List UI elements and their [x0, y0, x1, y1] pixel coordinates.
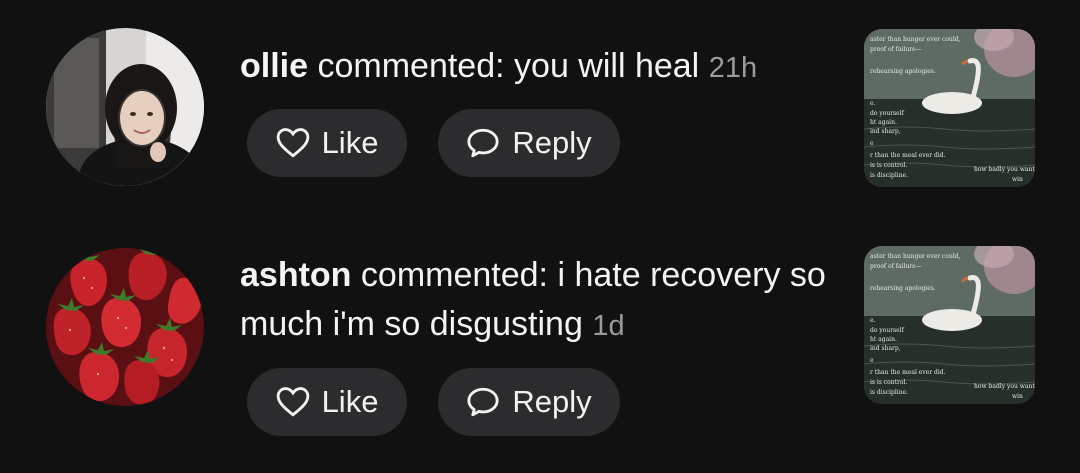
svg-text:is is control.: is is control.	[870, 379, 907, 386]
timestamp: 1d	[592, 310, 625, 342]
svg-text:e: e	[870, 357, 874, 364]
username[interactable]: ashton	[240, 256, 351, 294]
svg-text:is is control.: is is control.	[870, 162, 907, 169]
like-label: Like	[321, 384, 379, 419]
speech-bubble-icon	[467, 128, 499, 158]
like-label: Like	[321, 125, 379, 160]
svg-text:proof of failure—: proof of failure—	[870, 263, 922, 270]
svg-text:is discipline.: is discipline.	[870, 389, 908, 396]
svg-text:proof of failure—: proof of failure—	[870, 46, 922, 53]
reply-label: Reply	[512, 125, 592, 160]
notification-item[interactable]: ashton commented: i hate recovery so muc…	[0, 230, 1080, 473]
svg-text:e.: e.	[870, 317, 876, 324]
reply-label: Reply	[512, 384, 592, 419]
heart-icon	[276, 128, 309, 158]
username[interactable]: ollie	[240, 47, 308, 85]
reply-button[interactable]: Reply	[438, 368, 620, 436]
svg-text:how badly you want: how badly you want	[974, 166, 1035, 173]
action-row: Like Reply	[247, 109, 620, 177]
post-thumbnail[interactable]: aster than hunger ever could, proof of f…	[864, 246, 1035, 404]
svg-text:do yourself: do yourself	[870, 110, 905, 117]
swan-thumbnail-icon: aster than hunger ever could, proof of f…	[864, 246, 1035, 404]
reply-button[interactable]: Reply	[438, 109, 620, 177]
svg-text:aster than hunger ever could,: aster than hunger ever could,	[870, 253, 961, 260]
speech-bubble-icon	[467, 387, 499, 417]
girl-avatar-icon	[46, 28, 204, 186]
strawberries-avatar-icon	[46, 248, 204, 406]
notification-text: ollie commented: you will heal 21h	[240, 42, 850, 93]
svg-text:is discipline.: is discipline.	[870, 172, 908, 179]
post-thumbnail[interactable]: aster than hunger ever could, proof of f…	[864, 29, 1035, 187]
svg-text:win: win	[1012, 393, 1023, 400]
svg-text:do yourself: do yourself	[870, 327, 905, 334]
heart-icon	[276, 387, 309, 417]
svg-text:e: e	[870, 140, 874, 147]
svg-text:ind sharp,: ind sharp,	[870, 345, 901, 352]
like-button[interactable]: Like	[247, 368, 407, 436]
svg-text:r than the meal ever did.: r than the meal ever did.	[870, 369, 946, 376]
svg-text:r than the meal ever did.: r than the meal ever did.	[870, 152, 946, 159]
svg-text:ht again.: ht again.	[870, 119, 897, 126]
avatar[interactable]	[46, 28, 204, 186]
timestamp: 21h	[708, 52, 758, 84]
svg-text:rehearsing apologies.: rehearsing apologies.	[870, 68, 936, 75]
svg-text:e.: e.	[870, 100, 876, 107]
comment-text: you will heal	[514, 47, 700, 85]
svg-text:how badly you want: how badly you want	[974, 383, 1035, 390]
avatar[interactable]	[46, 248, 204, 406]
notification-text: ashton commented: i hate recovery so muc…	[240, 251, 850, 351]
svg-text:ht again.: ht again.	[870, 336, 897, 343]
action-text: commented:	[360, 256, 548, 294]
svg-text:ind sharp,: ind sharp,	[870, 128, 901, 135]
action-text: commented:	[317, 47, 505, 85]
svg-text:rehearsing apologies.: rehearsing apologies.	[870, 285, 936, 292]
action-row: Like Reply	[247, 368, 620, 436]
svg-text:win: win	[1012, 176, 1023, 183]
like-button[interactable]: Like	[247, 109, 407, 177]
notification-item[interactable]: ollie commented: you will heal 21h Like …	[0, 0, 1080, 230]
swan-thumbnail-icon: aster than hunger ever could, proof of f…	[864, 29, 1035, 187]
svg-text:aster than hunger ever could,: aster than hunger ever could,	[870, 36, 961, 43]
